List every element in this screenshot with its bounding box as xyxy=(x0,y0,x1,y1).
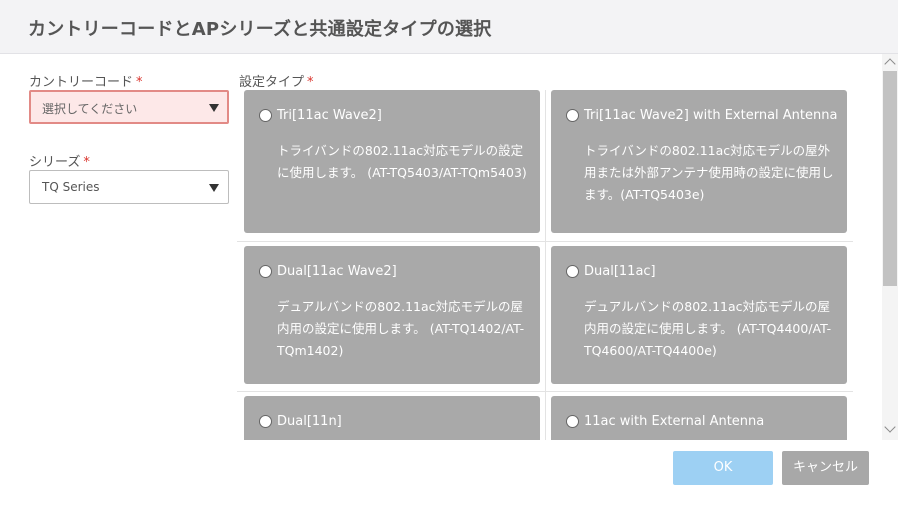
country-code-value: 選択してください xyxy=(42,102,138,116)
scroll-down-icon[interactable] xyxy=(884,421,896,433)
cancel-button[interactable]: キャンセル xyxy=(782,451,869,485)
setting-type-option-11ac-external-antenna[interactable]: 11ac with External Antenna xyxy=(551,396,847,440)
setting-type-option-dual-11ac-wave2[interactable]: Dual[11ac Wave2] デュアルバンドの802.11ac対応モデルの屋… xyxy=(244,246,540,384)
series-select[interactable]: TQ Series xyxy=(29,170,229,204)
series-value: TQ Series xyxy=(42,180,100,194)
required-mark: * xyxy=(307,75,314,90)
dialog-header: カントリーコードとAPシリーズと共通設定タイプの選択 xyxy=(0,0,898,54)
option-description: デュアルバンドの802.11ac対応モデルの屋内用の設定に使用します。 (AT-… xyxy=(277,299,525,358)
country-code-select[interactable]: 選択してください xyxy=(29,90,229,124)
option-title: Tri[11ac Wave2] xyxy=(277,108,382,123)
radio-button[interactable] xyxy=(259,265,272,278)
setting-type-option-tri-11ac-wave2[interactable]: Tri[11ac Wave2] トライバンドの802.11ac対応モデルの設定に… xyxy=(244,90,540,233)
required-mark: * xyxy=(136,75,143,90)
dialog-body: カントリーコード * 選択してください シリーズ * TQ Series 設定タイプ… xyxy=(0,54,898,440)
radio-button[interactable] xyxy=(566,109,579,122)
option-description: デュアルバンドの802.11ac対応モデルの屋内用の設定に使用します。 (AT-… xyxy=(584,299,832,358)
setting-type-option-dual-11ac[interactable]: Dual[11ac] デュアルバンドの802.11ac対応モデルの屋内用の設定に… xyxy=(551,246,847,384)
setting-type-option-dual-11n[interactable]: Dual[11n] xyxy=(244,396,540,440)
country-code-label-text: カントリーコード xyxy=(29,75,134,90)
required-mark: * xyxy=(83,155,90,170)
option-title: Dual[11ac] xyxy=(584,264,656,279)
option-title: 11ac with External Antenna xyxy=(584,414,765,429)
dialog-title: カントリーコードとAPシリーズと共通設定タイプの選択 xyxy=(28,19,492,40)
radio-button[interactable] xyxy=(259,109,272,122)
option-description: トライバンドの802.11ac対応モデルの設定に使用します。 (AT-TQ540… xyxy=(277,143,527,180)
series-label-text: シリーズ xyxy=(29,155,81,170)
grid-divider xyxy=(545,90,546,440)
option-title: Dual[11ac Wave2] xyxy=(277,264,397,279)
ok-button[interactable]: OK xyxy=(673,451,773,485)
setting-type-grid: Tri[11ac Wave2] トライバンドの802.11ac対応モデルの設定に… xyxy=(237,90,853,440)
radio-button[interactable] xyxy=(566,265,579,278)
radio-button[interactable] xyxy=(259,415,272,428)
country-code-label: カントリーコード * xyxy=(29,71,143,90)
option-title: Dual[11n] xyxy=(277,414,342,429)
setting-type-label-text: 設定タイプ xyxy=(239,75,305,90)
setting-type-label: 設定タイプ * xyxy=(239,71,314,90)
scroll-up-icon[interactable] xyxy=(884,58,896,70)
dropdown-arrow-icon xyxy=(209,104,219,112)
radio-button[interactable] xyxy=(566,415,579,428)
option-description: トライバンドの802.11ac対応モデルの屋外用または外部アンテナ使用時の設定に… xyxy=(584,143,834,202)
scrollbar-thumb[interactable] xyxy=(883,71,897,286)
option-title: Tri[11ac Wave2] with External Antenna xyxy=(584,108,838,123)
series-label: シリーズ * xyxy=(29,151,90,170)
grid-divider xyxy=(237,391,853,392)
setting-type-option-tri-11ac-wave2-external-antenna[interactable]: Tri[11ac Wave2] with External Antenna トラ… xyxy=(551,90,847,233)
grid-divider xyxy=(237,241,853,242)
dropdown-arrow-icon xyxy=(209,184,219,192)
vertical-scrollbar[interactable] xyxy=(882,54,898,440)
